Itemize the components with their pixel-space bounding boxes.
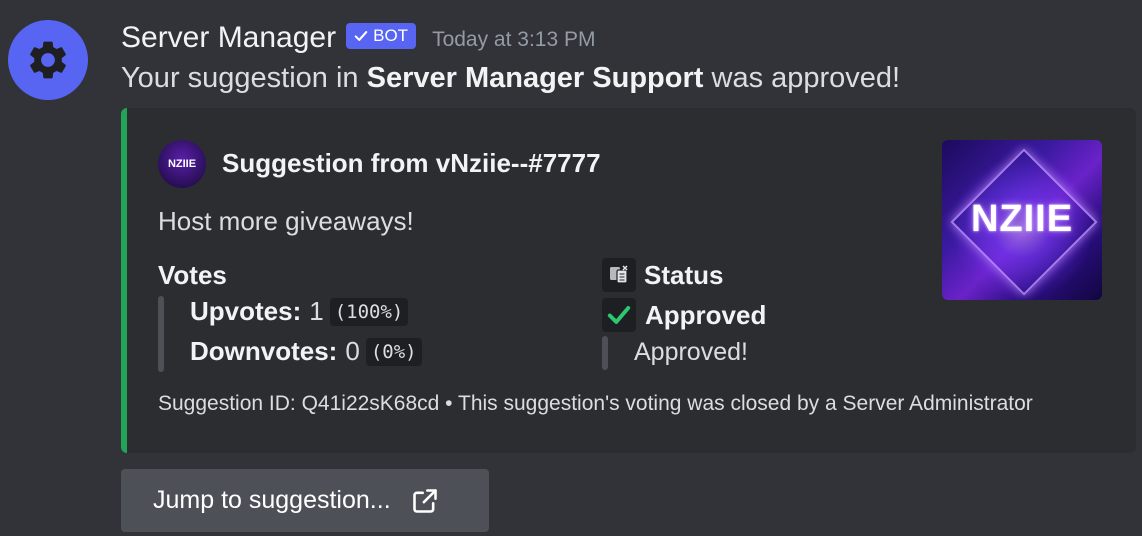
message-timestamp: Today at 3:13 PM bbox=[432, 28, 596, 51]
downvotes-percent: (0%) bbox=[365, 337, 422, 366]
suggestion-embed: NZIIE Suggestion from vNziie--#7777 Host… bbox=[121, 108, 1136, 453]
status-text: Approved! bbox=[634, 338, 748, 366]
clipboard-icon bbox=[610, 265, 628, 284]
embed-author-icon: NZIIE bbox=[158, 140, 206, 188]
status-quote-bar bbox=[602, 336, 608, 370]
server-name: Server Manager Support bbox=[366, 62, 704, 94]
bot-avatar[interactable] bbox=[8, 20, 88, 100]
votes-field-title: Votes bbox=[158, 260, 227, 290]
bot-tag: BOT bbox=[346, 23, 417, 49]
checkmark-icon bbox=[354, 31, 368, 41]
thumbnail-logo-text: NZIIE bbox=[970, 198, 1074, 240]
approved-emoji bbox=[602, 298, 636, 332]
downvotes-value: 0 bbox=[345, 336, 360, 366]
message-content: Your suggestion in Server Manager Suppor… bbox=[121, 62, 900, 95]
message-text-after: was approved! bbox=[703, 62, 901, 94]
votes-quote-bar bbox=[158, 296, 164, 372]
upvotes-percent: (100%) bbox=[329, 297, 409, 326]
embed-author-name: Suggestion from vNziie--#7777 bbox=[222, 148, 601, 178]
author-username[interactable]: Server Manager bbox=[121, 21, 336, 55]
message-header: Server Manager BOT Today at 3:13 PM bbox=[121, 18, 596, 58]
downvotes-label: Downvotes: bbox=[190, 336, 338, 366]
bot-tag-label: BOT bbox=[373, 26, 409, 45]
status-emoji bbox=[602, 258, 636, 292]
embed-thumbnail[interactable]: NZIIE bbox=[942, 140, 1102, 300]
status-field-title: Status bbox=[644, 260, 724, 290]
embed-author-icon-text: NZIIE bbox=[167, 158, 197, 170]
embed-footer: Suggestion ID: Q41i22sK68cd • This sugge… bbox=[158, 392, 1033, 415]
embed-description: Host more giveaways! bbox=[158, 206, 414, 236]
status-label: Approved bbox=[645, 300, 767, 330]
upvotes-label: Upvotes: bbox=[190, 296, 302, 326]
upvotes-line: Upvotes: 1 (100%) bbox=[190, 296, 409, 327]
gear-icon bbox=[30, 41, 66, 79]
external-link-icon bbox=[412, 488, 437, 513]
jump-button-label: Jump to suggestion... bbox=[153, 486, 391, 514]
green-checkmark-icon bbox=[607, 306, 631, 324]
upvotes-value: 1 bbox=[309, 296, 324, 326]
downvotes-line: Downvotes: 0 (0%) bbox=[190, 336, 422, 367]
jump-to-suggestion-button[interactable]: Jump to suggestion... bbox=[121, 469, 489, 532]
message-text-before: Your suggestion in bbox=[121, 62, 367, 94]
